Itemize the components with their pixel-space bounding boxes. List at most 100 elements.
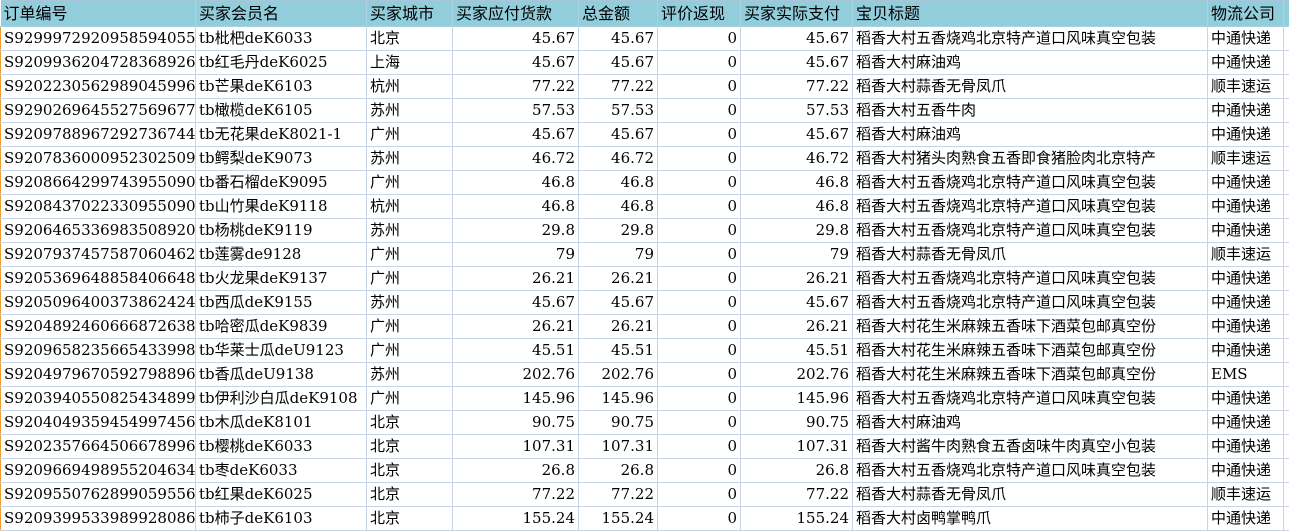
cell-order-id[interactable]: S9203940550825434899 [1,387,196,411]
cell-extra[interactable] [1284,387,1289,411]
cell-actual-paid[interactable]: 107.31 [741,435,853,459]
cell-buyer-name[interactable]: tb枣deK6033 [196,459,367,483]
cell-buyer-city[interactable]: 苏州 [367,291,453,315]
cell-extra[interactable] [1284,363,1289,387]
cell-review-cashback[interactable]: 0 [658,435,741,459]
cell-extra[interactable] [1284,27,1289,51]
column-header-payable-amount[interactable]: 买家应付货款 [453,1,579,27]
cell-buyer-name[interactable]: tb哈密瓜deK9839 [196,315,367,339]
cell-buyer-city[interactable]: 苏州 [367,147,453,171]
cell-item-title[interactable]: 稻香大村五香烧鸡北京特产道口风味真空包装 [853,195,1208,219]
cell-buyer-name[interactable]: tb火龙果deK9137 [196,267,367,291]
cell-buyer-name[interactable]: tb无花果deK8021-1 [196,123,367,147]
cell-order-id[interactable]: S9207836000952302509 [1,147,196,171]
cell-total-amount[interactable]: 29.8 [579,219,658,243]
cell-total-amount[interactable]: 79 [579,243,658,267]
cell-logistics-company[interactable]: 中通快递 [1208,459,1284,483]
cell-actual-paid[interactable]: 77.22 [741,483,853,507]
cell-payable-amount[interactable]: 90.75 [453,411,579,435]
cell-item-title[interactable]: 稻香大村花生米麻辣五香味下酒菜包邮真空份 [853,315,1208,339]
cell-actual-paid[interactable]: 26.21 [741,267,853,291]
cell-buyer-city[interactable]: 广州 [367,315,453,339]
cell-logistics-company[interactable]: 中通快递 [1208,51,1284,75]
cell-review-cashback[interactable]: 0 [658,171,741,195]
cell-item-title[interactable]: 稻香大村五香烧鸡北京特产道口风味真空包装 [853,27,1208,51]
cell-actual-paid[interactable]: 57.53 [741,99,853,123]
cell-buyer-name[interactable]: tb山竹果deK9118 [196,195,367,219]
cell-item-title[interactable]: 稻香大村麻油鸡 [853,51,1208,75]
cell-order-id[interactable]: S9204049359454997456 [1,411,196,435]
cell-logistics-company[interactable]: 中通快递 [1208,315,1284,339]
cell-extra[interactable] [1284,411,1289,435]
cell-actual-paid[interactable]: 26.8 [741,459,853,483]
cell-actual-paid[interactable]: 155.24 [741,507,853,531]
cell-extra[interactable] [1284,459,1289,483]
cell-logistics-company[interactable]: EMS [1208,363,1284,387]
cell-buyer-name[interactable]: tb鳄梨deK9073 [196,147,367,171]
cell-logistics-company[interactable]: 中通快递 [1208,219,1284,243]
cell-order-id[interactable]: S9209788967292736744 [1,123,196,147]
cell-review-cashback[interactable]: 0 [658,99,741,123]
cell-payable-amount[interactable]: 57.53 [453,99,579,123]
cell-buyer-city[interactable]: 苏州 [367,219,453,243]
cell-review-cashback[interactable]: 0 [658,147,741,171]
cell-buyer-city[interactable]: 北京 [367,459,453,483]
cell-payable-amount[interactable]: 202.76 [453,363,579,387]
cell-buyer-city[interactable]: 北京 [367,507,453,531]
cell-review-cashback[interactable]: 0 [658,291,741,315]
cell-actual-paid[interactable]: 46.8 [741,195,853,219]
cell-actual-paid[interactable]: 45.67 [741,291,853,315]
cell-order-id[interactable]: S9202230562989045996 [1,75,196,99]
cell-buyer-city[interactable]: 苏州 [367,99,453,123]
cell-order-id[interactable]: S9207937457587060462 [1,243,196,267]
column-header-buyer-name[interactable]: 买家会员名 [196,1,367,27]
cell-total-amount[interactable]: 46.8 [579,171,658,195]
cell-actual-paid[interactable]: 145.96 [741,387,853,411]
cell-payable-amount[interactable]: 45.67 [453,291,579,315]
cell-extra[interactable] [1284,195,1289,219]
cell-order-id[interactable]: S9290269645527569677 [1,99,196,123]
cell-buyer-name[interactable]: tb番石榴deK9095 [196,171,367,195]
cell-review-cashback[interactable]: 0 [658,483,741,507]
cell-item-title[interactable]: 稻香大村卤鸭掌鸭爪 [853,507,1208,531]
cell-review-cashback[interactable]: 0 [658,459,741,483]
column-header-review-cashback[interactable]: 评价返现 [658,1,741,27]
cell-total-amount[interactable]: 46.8 [579,195,658,219]
cell-payable-amount[interactable]: 77.22 [453,75,579,99]
cell-item-title[interactable]: 稻香大村酱牛肉熟食五香卤味牛肉真空小包装 [853,435,1208,459]
cell-extra[interactable] [1284,315,1289,339]
cell-item-title[interactable]: 稻香大村五香烧鸡北京特产道口风味真空包装 [853,459,1208,483]
cell-payable-amount[interactable]: 107.31 [453,435,579,459]
cell-actual-paid[interactable]: 90.75 [741,411,853,435]
cell-item-title[interactable]: 稻香大村五香烧鸡北京特产道口风味真空包装 [853,219,1208,243]
cell-total-amount[interactable]: 46.72 [579,147,658,171]
cell-logistics-company[interactable]: 中通快递 [1208,387,1284,411]
cell-logistics-company[interactable]: 顺丰速运 [1208,75,1284,99]
cell-buyer-name[interactable]: tb伊利沙白瓜deK9108 [196,387,367,411]
cell-item-title[interactable]: 稻香大村蒜香无骨凤爪 [853,75,1208,99]
cell-payable-amount[interactable]: 26.21 [453,315,579,339]
cell-item-title[interactable]: 稻香大村猪头肉熟食五香即食猪脸肉北京特产 [853,147,1208,171]
cell-order-id[interactable]: S9209669498955204634 [1,459,196,483]
cell-buyer-city[interactable]: 广州 [367,243,453,267]
cell-extra[interactable] [1284,219,1289,243]
cell-order-id[interactable]: S9205369648858406648 [1,267,196,291]
cell-review-cashback[interactable]: 0 [658,195,741,219]
cell-payable-amount[interactable]: 77.22 [453,483,579,507]
cell-logistics-company[interactable]: 中通快递 [1208,99,1284,123]
cell-actual-paid[interactable]: 77.22 [741,75,853,99]
cell-item-title[interactable]: 稻香大村五香烧鸡北京特产道口风味真空包装 [853,267,1208,291]
cell-buyer-name[interactable]: tb西瓜deK9155 [196,291,367,315]
cell-order-id[interactable]: S9209658235665433998 [1,339,196,363]
cell-item-title[interactable]: 稻香大村麻油鸡 [853,411,1208,435]
cell-payable-amount[interactable]: 29.8 [453,219,579,243]
cell-extra[interactable] [1284,483,1289,507]
cell-actual-paid[interactable]: 45.51 [741,339,853,363]
cell-buyer-name[interactable]: tb樱桃deK6033 [196,435,367,459]
cell-total-amount[interactable]: 57.53 [579,99,658,123]
cell-actual-paid[interactable]: 46.72 [741,147,853,171]
cell-item-title[interactable]: 稻香大村花生米麻辣五香味下酒菜包邮真空份 [853,339,1208,363]
cell-extra[interactable] [1284,99,1289,123]
cell-buyer-city[interactable]: 广州 [367,339,453,363]
cell-total-amount[interactable]: 77.22 [579,483,658,507]
